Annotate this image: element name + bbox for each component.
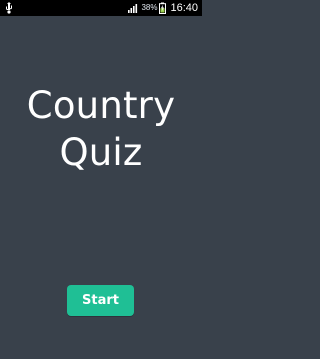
app-screen: 38% 16:40 Country Quiz Start [0, 0, 202, 359]
battery-percent: 38% [141, 3, 158, 12]
status-time: 16:40 [170, 2, 198, 14]
status-icons: 38% 16:40 [127, 0, 198, 16]
status-bar: 38% 16:40 [0, 0, 202, 16]
usb-icon [6, 2, 12, 14]
title-line-country: Country [26, 84, 176, 127]
title-line-quiz: Quiz [59, 131, 143, 174]
battery-charging-icon [159, 2, 167, 14]
signal-icon [128, 4, 138, 13]
start-button[interactable]: Start [67, 285, 134, 316]
app-title: Country Quiz [0, 82, 202, 176]
